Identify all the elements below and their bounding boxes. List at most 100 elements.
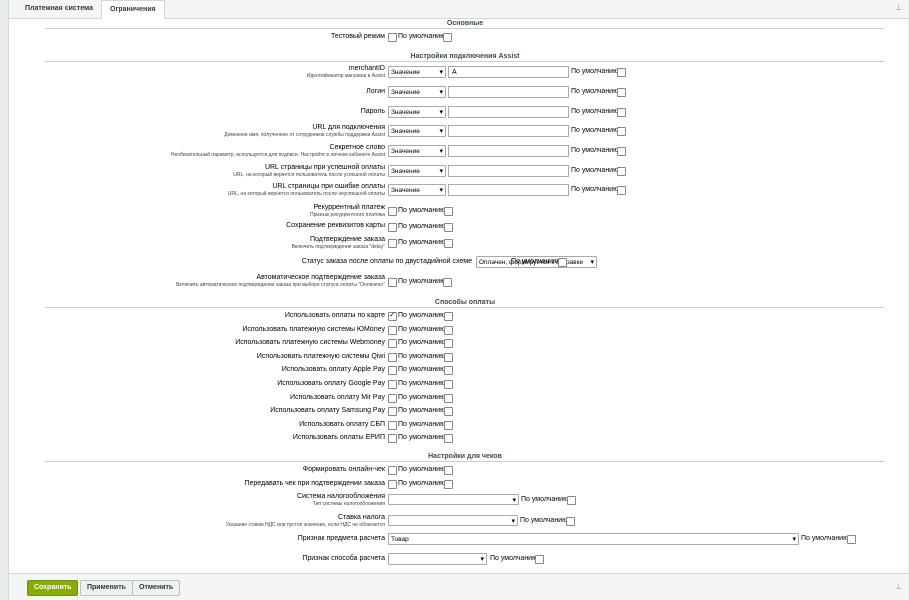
status-label: Статус заказа после оплаты по двустадийн… [301, 258, 472, 265]
section-payment: Способы оплаты [45, 297, 885, 308]
field-label: Рекуррентный платеж Признак рекуррентного… [309, 204, 385, 218]
text-input[interactable] [448, 184, 569, 196]
payment-method-label: Использовать платежную системы Webmoney [235, 339, 385, 347]
tab-restrictions[interactable]: Ограничения [101, 0, 165, 19]
option-checkbox[interactable] [388, 207, 397, 216]
payment-method-checkbox[interactable] [388, 325, 397, 335]
default-label: По умолчанию [571, 108, 619, 115]
default-checkbox[interactable] [535, 555, 544, 564]
text-input[interactable] [448, 86, 569, 98]
default-label: По умолчанию [571, 147, 619, 154]
default-label: По умолчанию [571, 127, 619, 134]
default-checkbox[interactable] [617, 127, 626, 136]
value-type-select[interactable]: Значение ▾ [388, 165, 446, 177]
payment-sign-select[interactable]: ▾ [388, 553, 487, 565]
payment-method-checkbox[interactable] [388, 352, 397, 362]
default-checkbox[interactable] [444, 434, 453, 444]
text-input[interactable] [448, 165, 569, 177]
tab-payment-system[interactable]: Платежная система [17, 0, 101, 17]
receipt-check-label: Формировать онлайн-чек [302, 466, 385, 473]
default-checkbox[interactable] [847, 535, 856, 544]
default-checkbox[interactable] [617, 108, 626, 117]
payment-method-checkbox[interactable] [388, 434, 397, 444]
default-checkbox[interactable] [617, 68, 626, 77]
default-checkbox[interactable] [444, 466, 453, 475]
payment-method-label: Использовать оплату Mir Pay [290, 393, 385, 401]
pin-icon[interactable]: ⊥ [895, 582, 902, 591]
default-label: По умолчанию [490, 555, 538, 562]
default-checkbox[interactable] [443, 33, 452, 42]
default-checkbox[interactable] [444, 479, 453, 489]
default-checkbox[interactable] [617, 167, 626, 176]
save-button[interactable]: Сохранить [27, 580, 79, 596]
default-label: По умолчанию [520, 517, 568, 524]
settings-form: Основные Тестовый режим По умолчанию Нас… [45, 18, 885, 572]
default-checkbox[interactable] [444, 380, 453, 389]
value-type-select[interactable]: Значение ▾ [388, 184, 446, 196]
test-mode-checkbox[interactable] [388, 33, 397, 42]
vat-rate-label: Ставка налога Указание ставки НДС или пус… [225, 514, 385, 528]
option-checkbox[interactable] [388, 239, 397, 248]
default-checkbox[interactable] [558, 258, 567, 267]
default-label: По умолчанию [398, 325, 446, 333]
payment-method-checkbox[interactable] [388, 380, 397, 389]
settings-panel: Платежная система Ограничения ⊥ Основные… [8, 0, 908, 600]
default-checkbox[interactable] [444, 393, 453, 403]
payment-sign-label: Признак способа расчета [302, 555, 385, 562]
value-type-select[interactable]: Значение ▾ [388, 86, 446, 98]
default-checkbox[interactable] [444, 339, 453, 349]
option-checkbox[interactable] [388, 223, 397, 232]
text-input[interactable] [448, 106, 569, 118]
tab-bar: Платежная система Ограничения ⊥ [9, 0, 908, 19]
payment-method-label: Использовать платежную системы ЮMoney [242, 325, 385, 333]
item-sign-select[interactable]: Товар ▾ [388, 533, 799, 545]
default-label: По умолчанию [398, 223, 446, 230]
receipt-checkbox[interactable] [388, 466, 397, 475]
receipt-check-label: Передавать чек при подтверждении заказа [244, 479, 385, 487]
payment-method-checkbox[interactable] [388, 310, 397, 321]
payment-method-checkbox[interactable] [388, 393, 397, 403]
auto-confirm-checkbox[interactable] [388, 278, 397, 287]
default-checkbox[interactable] [443, 278, 452, 287]
cancel-button[interactable]: Отменить [132, 580, 181, 596]
value-type-select[interactable]: Значение ▾ [388, 106, 446, 118]
receipt-checkbox[interactable] [388, 479, 397, 489]
default-checkbox[interactable] [617, 186, 626, 195]
payment-method-checkbox[interactable] [388, 407, 397, 417]
section-assist: Настройки подключения Assist [45, 51, 885, 62]
default-label: По умолчанию [571, 186, 619, 193]
default-checkbox[interactable] [444, 207, 453, 216]
default-checkbox[interactable] [617, 147, 626, 156]
tax-system-label: Система налогообложения Тип системы налог… [297, 493, 385, 507]
default-label: По умолчанию [571, 88, 619, 95]
payment-method-checkbox[interactable] [388, 339, 397, 349]
field-label: Логин [366, 88, 385, 95]
value-type-select[interactable]: Значение ▾ [388, 66, 446, 78]
text-input[interactable]: A [448, 66, 569, 78]
pin-icon[interactable]: ⊥ [895, 3, 902, 12]
tax-system-select[interactable]: ▾ [388, 494, 519, 505]
default-checkbox[interactable] [566, 517, 575, 526]
value-type-select[interactable]: Значение ▾ [388, 125, 446, 137]
text-input[interactable] [448, 145, 569, 157]
payment-method-label: Использовать оплату Google Pay [277, 380, 385, 387]
default-checkbox[interactable] [567, 496, 576, 505]
apply-button[interactable]: Применить [80, 580, 133, 596]
default-checkbox[interactable] [444, 223, 453, 232]
default-checkbox[interactable] [444, 325, 453, 335]
value-type-select[interactable]: Значение ▾ [388, 145, 446, 157]
payment-method-checkbox[interactable] [388, 420, 397, 430]
text-input[interactable] [448, 125, 569, 137]
vat-rate-select[interactable]: ▾ [388, 515, 518, 526]
default-checkbox[interactable] [444, 407, 453, 417]
field-label: Подтверждение заказа Включить подтвержден… [291, 236, 385, 250]
default-checkbox[interactable] [444, 312, 453, 321]
default-checkbox[interactable] [444, 366, 453, 376]
default-checkbox[interactable] [444, 420, 453, 430]
default-checkbox[interactable] [444, 352, 453, 362]
default-checkbox[interactable] [617, 88, 626, 97]
payment-method-checkbox[interactable] [388, 366, 397, 376]
default-label: По умолчанию [571, 68, 619, 75]
default-checkbox[interactable] [444, 239, 453, 248]
payment-method-label: Использовать платежную системы Qiwi [256, 352, 385, 360]
